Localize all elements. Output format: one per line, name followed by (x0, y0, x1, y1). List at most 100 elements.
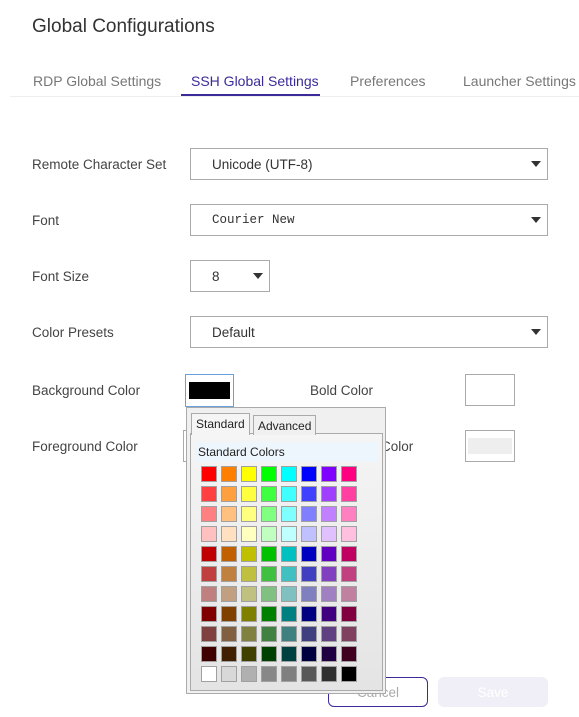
color-swatch-option[interactable] (261, 506, 277, 522)
color-swatch-option[interactable] (301, 606, 317, 622)
color-swatch-option[interactable] (221, 506, 237, 522)
color-swatch-option[interactable] (261, 646, 277, 662)
color-swatch-option[interactable] (281, 466, 297, 482)
color-swatch-option[interactable] (201, 586, 217, 602)
color-swatch-option[interactable] (221, 526, 237, 542)
color-swatch-option[interactable] (321, 606, 337, 622)
color-swatch-option[interactable] (341, 486, 357, 502)
color-swatch-option[interactable] (241, 666, 257, 682)
color-swatch-option[interactable] (321, 466, 337, 482)
tab-preferences[interactable]: Preferences (350, 73, 425, 89)
color-swatch-option[interactable] (301, 626, 317, 642)
color-swatch-option[interactable] (201, 486, 217, 502)
color-swatch-option[interactable] (281, 646, 297, 662)
background-color-swatch[interactable] (185, 374, 234, 407)
color-swatch-option[interactable] (301, 666, 317, 682)
tab-ssh-global-settings[interactable]: SSH Global Settings (191, 73, 319, 89)
color-swatch-option[interactable] (321, 586, 337, 602)
color-swatch-option[interactable] (321, 486, 337, 502)
color-swatch-option[interactable] (201, 506, 217, 522)
color-swatch-option[interactable] (281, 486, 297, 502)
color-swatch-option[interactable] (321, 646, 337, 662)
color-swatch-option[interactable] (341, 506, 357, 522)
color-swatch-option[interactable] (341, 606, 357, 622)
color-swatch-option[interactable] (221, 566, 237, 582)
color-swatch-option[interactable] (321, 626, 337, 642)
color-swatch-option[interactable] (261, 666, 277, 682)
color-swatch-option[interactable] (341, 466, 357, 482)
color-swatch-option[interactable] (281, 586, 297, 602)
color-swatch-option[interactable] (321, 526, 337, 542)
color-swatch-option[interactable] (221, 646, 237, 662)
color-swatch-option[interactable] (281, 666, 297, 682)
color-swatch-option[interactable] (341, 586, 357, 602)
color-presets-select[interactable]: Default (190, 316, 548, 348)
color-swatch-option[interactable] (301, 526, 317, 542)
color-swatch-option[interactable] (201, 666, 217, 682)
color-swatch[interactable] (465, 430, 515, 462)
color-swatch-option[interactable] (321, 506, 337, 522)
color-swatch-option[interactable] (301, 486, 317, 502)
color-swatch-option[interactable] (201, 606, 217, 622)
color-swatch-option[interactable] (241, 606, 257, 622)
color-swatch-option[interactable] (281, 546, 297, 562)
tab-standard[interactable]: Standard (191, 413, 250, 435)
color-swatch-option[interactable] (321, 666, 337, 682)
color-swatch-option[interactable] (341, 626, 357, 642)
save-button[interactable]: Save (438, 677, 548, 707)
color-swatch-option[interactable] (241, 466, 257, 482)
color-swatch-option[interactable] (341, 526, 357, 542)
color-swatch-option[interactable] (261, 626, 277, 642)
color-swatch-option[interactable] (301, 586, 317, 602)
color-swatch-option[interactable] (281, 526, 297, 542)
color-swatch-option[interactable] (301, 466, 317, 482)
color-swatch-option[interactable] (221, 466, 237, 482)
color-swatch-option[interactable] (261, 466, 277, 482)
tab-rdp-global-settings[interactable]: RDP Global Settings (33, 73, 161, 89)
color-swatch-option[interactable] (321, 566, 337, 582)
color-swatch-option[interactable] (261, 606, 277, 622)
color-swatch-option[interactable] (341, 546, 357, 562)
color-swatch-option[interactable] (201, 646, 217, 662)
color-swatch-option[interactable] (201, 626, 217, 642)
color-swatch-option[interactable] (241, 646, 257, 662)
color-swatch-option[interactable] (201, 546, 217, 562)
tab-launcher-settings[interactable]: Launcher Settings (463, 73, 576, 89)
color-swatch-option[interactable] (281, 566, 297, 582)
bold-color-swatch[interactable] (465, 374, 515, 406)
color-swatch-option[interactable] (201, 526, 217, 542)
color-swatch-option[interactable] (241, 506, 257, 522)
color-swatch-option[interactable] (261, 566, 277, 582)
color-swatch-option[interactable] (301, 506, 317, 522)
color-swatch-option[interactable] (241, 586, 257, 602)
color-swatch-option[interactable] (221, 666, 237, 682)
charset-select[interactable]: Unicode (UTF-8) (190, 148, 548, 180)
color-swatch-option[interactable] (221, 546, 237, 562)
color-swatch-option[interactable] (261, 486, 277, 502)
color-swatch-option[interactable] (281, 506, 297, 522)
color-swatch-option[interactable] (281, 626, 297, 642)
color-swatch-option[interactable] (261, 526, 277, 542)
color-swatch-option[interactable] (321, 546, 337, 562)
color-swatch-option[interactable] (201, 566, 217, 582)
font-select[interactable]: Courier New (190, 204, 548, 236)
color-swatch-option[interactable] (241, 526, 257, 542)
color-swatch-option[interactable] (221, 486, 237, 502)
color-swatch-option[interactable] (221, 586, 237, 602)
color-swatch-option[interactable] (261, 546, 277, 562)
color-swatch-option[interactable] (221, 606, 237, 622)
font-size-select[interactable]: 8 (190, 260, 270, 292)
color-swatch-option[interactable] (241, 546, 257, 562)
color-swatch-option[interactable] (341, 666, 357, 682)
color-swatch-option[interactable] (241, 626, 257, 642)
color-swatch-option[interactable] (301, 566, 317, 582)
color-swatch-option[interactable] (301, 546, 317, 562)
color-swatch-option[interactable] (241, 486, 257, 502)
color-swatch-option[interactable] (341, 566, 357, 582)
color-swatch-option[interactable] (241, 566, 257, 582)
tab-advanced[interactable]: Advanced (253, 415, 317, 435)
color-swatch-option[interactable] (201, 466, 217, 482)
color-swatch-option[interactable] (281, 606, 297, 622)
color-swatch-option[interactable] (261, 586, 277, 602)
color-swatch-option[interactable] (221, 626, 237, 642)
